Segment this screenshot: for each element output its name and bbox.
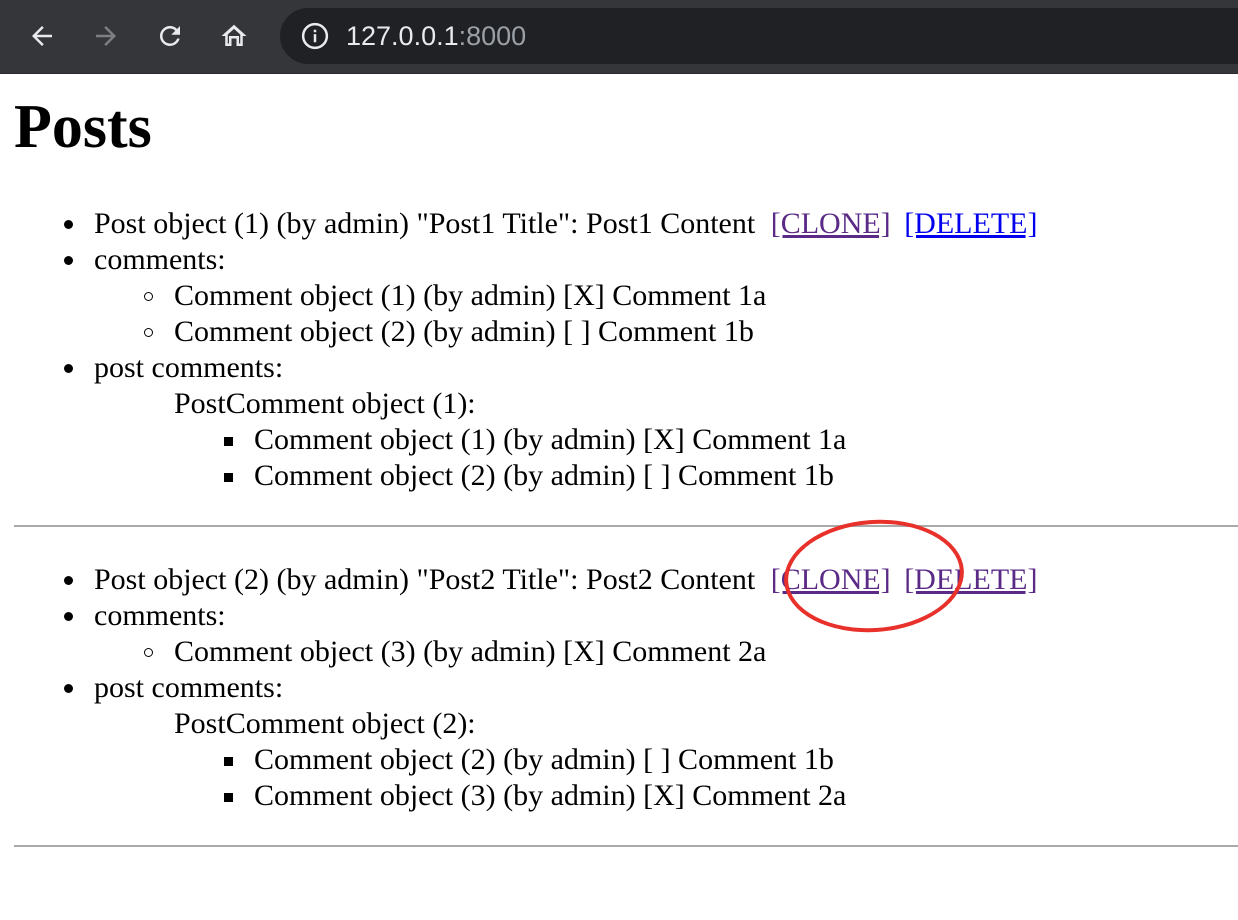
comment-item: Comment object (1) (by admin) [X] Commen…	[0, 278, 1238, 314]
forward-button[interactable]	[84, 14, 128, 58]
comments-heading: comments:	[0, 242, 1238, 278]
back-button[interactable]	[20, 14, 64, 58]
comment-text: Comment object (2) (by admin) [ ] Commen…	[174, 315, 754, 348]
post-line: Post object (2) (by admin) "Post2 Title"…	[0, 562, 1238, 598]
post-block: Post object (1) (by admin) "Post1 Title"…	[0, 206, 1238, 494]
postcomment-item-text: Comment object (1) (by admin) [X] Commen…	[254, 423, 847, 456]
home-icon	[221, 24, 247, 46]
postcomment-title-text: PostComment object (1):	[174, 387, 476, 420]
horizontal-rule	[14, 525, 1238, 527]
clone-link[interactable]: [CLONE]	[771, 207, 891, 240]
post-comments-heading: post comments:	[0, 670, 1238, 706]
comment-item: Comment object (3) (by admin) [X] Commen…	[0, 634, 1238, 670]
post-line: Post object (1) (by admin) "Post1 Title"…	[0, 206, 1238, 242]
post-text: Post object (2) (by admin) "Post2 Title"…	[94, 563, 756, 596]
post-comments-heading: post comments:	[0, 350, 1238, 386]
reload-icon	[159, 25, 180, 46]
postcomment-title-text: PostComment object (2):	[174, 707, 476, 740]
comment-text: Comment object (1) (by admin) [X] Commen…	[174, 279, 767, 312]
clone-link[interactable]: [CLONE]	[771, 563, 891, 596]
browser-toolbar: 127.0.0.1:8000	[0, 0, 1238, 74]
delete-link[interactable]: [DELETE]	[904, 563, 1037, 596]
post-text: Post object (1) (by admin) "Post1 Title"…	[94, 207, 756, 240]
comments-label: comments:	[94, 243, 226, 276]
url-text: 127.0.0.1:8000	[346, 20, 526, 52]
post-comments-label: post comments:	[94, 351, 284, 384]
reload-button[interactable]	[148, 14, 192, 58]
url-host: 127.0.0.1	[346, 21, 459, 51]
postcomment-item: Comment object (2) (by admin) [ ] Commen…	[0, 742, 1238, 778]
post-block: Post object (2) (by admin) "Post2 Title"…	[0, 562, 1238, 814]
arrow-right-icon	[96, 26, 116, 46]
horizontal-rule	[14, 845, 1238, 847]
page-title: Posts	[14, 93, 152, 161]
postcomment-item-text: Comment object (2) (by admin) [ ] Commen…	[254, 459, 834, 492]
postcomment-item-text: Comment object (3) (by admin) [X] Commen…	[254, 779, 847, 812]
postcomment-title: PostComment object (1):	[0, 386, 1238, 422]
comment-item: Comment object (2) (by admin) [ ] Commen…	[0, 314, 1238, 350]
postcomment-item: Comment object (2) (by admin) [ ] Commen…	[0, 458, 1238, 494]
info-icon[interactable]	[300, 21, 330, 51]
page-content: Posts Post object (1) (by admin) "Post1 …	[0, 74, 1238, 920]
postcomment-title: PostComment object (2):	[0, 706, 1238, 742]
post-comments-label: post comments:	[94, 671, 284, 704]
url-port: :8000	[458, 21, 527, 51]
comments-label: comments:	[94, 599, 226, 632]
address-bar[interactable]: 127.0.0.1:8000	[280, 8, 1238, 64]
comments-heading: comments:	[0, 598, 1238, 634]
postcomment-item: Comment object (1) (by admin) [X] Commen…	[0, 422, 1238, 458]
arrow-left-icon	[32, 26, 52, 46]
delete-link[interactable]: [DELETE]	[904, 207, 1037, 240]
home-button[interactable]	[212, 14, 256, 58]
comment-text: Comment object (3) (by admin) [X] Commen…	[174, 635, 767, 668]
postcomment-item-text: Comment object (2) (by admin) [ ] Commen…	[254, 743, 834, 776]
postcomment-item: Comment object (3) (by admin) [X] Commen…	[0, 778, 1238, 814]
